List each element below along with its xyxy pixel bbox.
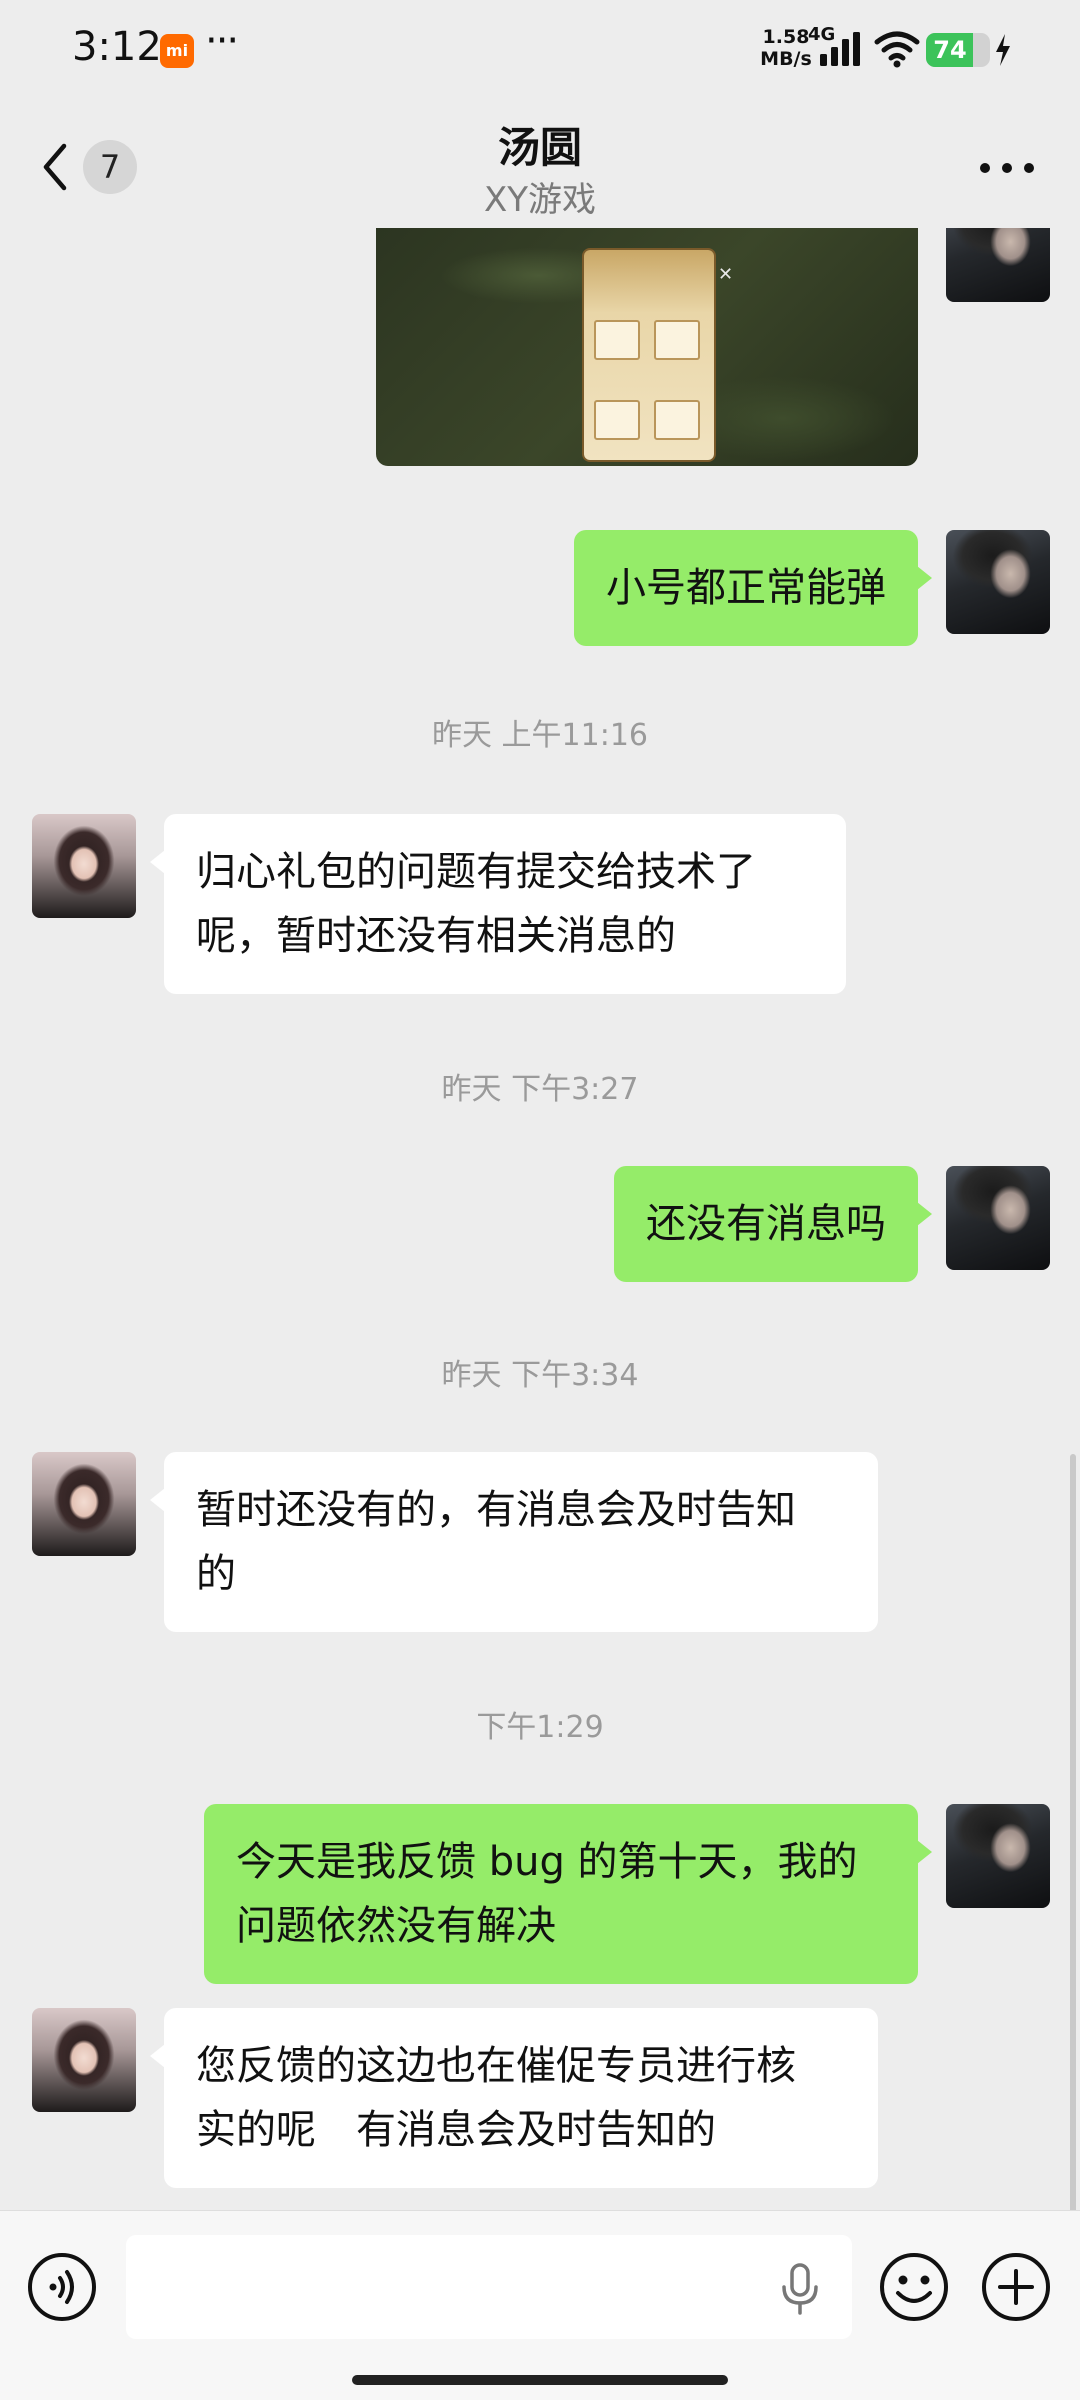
message-bubble-incoming[interactable]: 归心礼包的问题有提交给技术了 呢，暂时还没有相关消息的 bbox=[150, 814, 846, 994]
timestamp: 昨天 下午3:34 bbox=[441, 1358, 639, 1393]
avatar-self[interactable] bbox=[946, 530, 1050, 634]
chat-subtitle: XY游戏 bbox=[483, 180, 597, 220]
game-screenshot-image[interactable]: ✕ bbox=[376, 228, 918, 466]
message-text: 还没有消息吗 bbox=[646, 1201, 886, 1247]
network-speed-unit: MB/s bbox=[760, 48, 812, 70]
home-indicator[interactable] bbox=[352, 2375, 728, 2385]
charging-icon bbox=[996, 34, 1010, 66]
emoji-icon[interactable] bbox=[878, 2251, 950, 2323]
mic-icon[interactable] bbox=[780, 2263, 820, 2315]
message-bubble-outgoing[interactable]: 今天是我反馈 bug 的第十天，我的 问题依然没有解决 bbox=[204, 1804, 932, 1984]
message-text: 小号都正常能弹 bbox=[606, 565, 886, 611]
status-time: 3:12 bbox=[72, 24, 162, 70]
more-icon[interactable] bbox=[975, 148, 1039, 188]
avatar-contact[interactable] bbox=[32, 1452, 136, 1556]
message-text-line: 归心礼包的问题有提交给技术了 bbox=[196, 849, 756, 895]
battery-indicator: 74 bbox=[926, 33, 990, 67]
avatar-self[interactable] bbox=[946, 228, 1050, 302]
message-text-line: 实的呢 有消息会及时告知的 bbox=[196, 2107, 716, 2153]
message-bubble-incoming[interactable]: 您反馈的这边也在催促专员进行核 实的呢 有消息会及时告知的 bbox=[150, 2008, 878, 2188]
avatar-self[interactable] bbox=[946, 1804, 1050, 1908]
chat-title: 汤圆 bbox=[497, 123, 582, 172]
timestamp: 昨天 下午3:27 bbox=[441, 1072, 639, 1107]
game-gift-panel bbox=[584, 250, 714, 460]
message-text-line: 暂时还没有的，有消息会及时告知 bbox=[196, 1487, 796, 1533]
chat-message-list[interactable]: ✕ 小号都正常能弹 昨天 上午11:16 归心礼包的问题有提交给技术了 呢，暂时… bbox=[0, 228, 1080, 2210]
message-input[interactable] bbox=[126, 2235, 852, 2339]
game-panel-cell bbox=[654, 400, 700, 440]
scrollbar[interactable] bbox=[1070, 1454, 1076, 2210]
message-bubble-outgoing[interactable]: 还没有消息吗 bbox=[614, 1166, 932, 1282]
message-bubble-incoming[interactable]: 暂时还没有的，有消息会及时告知 的 bbox=[150, 1452, 878, 1632]
wifi-icon bbox=[874, 31, 920, 68]
message-text-line: 问题依然没有解决 bbox=[236, 1903, 556, 1949]
network-speed-value: 1.58 bbox=[762, 26, 810, 48]
message-bubble-outgoing[interactable]: 小号都正常能弹 bbox=[574, 530, 932, 646]
chat-header: 7 汤圆 XY游戏 bbox=[0, 100, 1080, 228]
game-panel-cell bbox=[594, 400, 640, 440]
mi-app-icon: mi bbox=[160, 34, 194, 68]
plus-icon[interactable] bbox=[980, 2251, 1052, 2323]
avatar-self[interactable] bbox=[946, 1166, 1050, 1270]
more-notifications-icon: ··· bbox=[205, 18, 239, 64]
input-bar bbox=[0, 2210, 1080, 2400]
game-panel-cell bbox=[594, 320, 640, 360]
network-speed: 1.58 MB/s bbox=[756, 26, 816, 70]
message-text-line: 呢，暂时还没有相关消息的 bbox=[196, 913, 676, 959]
game-close-icon: ✕ bbox=[718, 264, 734, 285]
timestamp: 下午1:29 bbox=[476, 1710, 604, 1745]
message-text-line: 您反馈的这边也在催促专员进行核 bbox=[196, 2043, 796, 2089]
message-text-line: 的 bbox=[196, 1551, 236, 1597]
game-panel-cell bbox=[654, 320, 700, 360]
message-text-line: 今天是我反馈 bug 的第十天，我的 bbox=[236, 1839, 858, 1885]
signal-icon bbox=[820, 32, 860, 66]
avatar-contact[interactable] bbox=[32, 2008, 136, 2112]
status-bar: 3:12 mi ··· 1.58 MB/s 4G 74 bbox=[0, 0, 1080, 100]
voice-icon[interactable] bbox=[26, 2251, 98, 2323]
timestamp: 昨天 上午11:16 bbox=[432, 718, 648, 753]
avatar-contact[interactable] bbox=[32, 814, 136, 918]
battery-level: 74 bbox=[933, 36, 967, 64]
